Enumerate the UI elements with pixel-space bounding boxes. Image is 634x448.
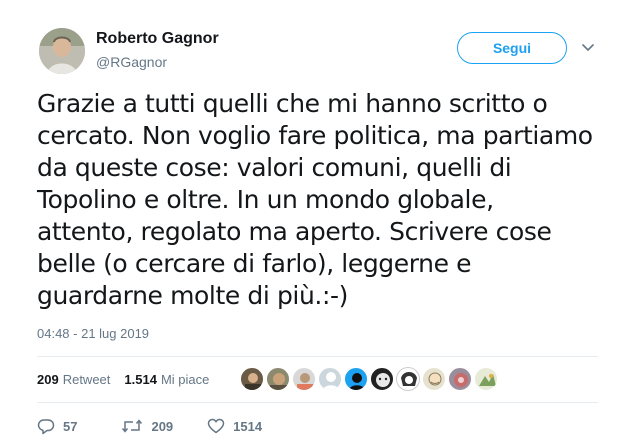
liker-avatar[interactable] <box>448 367 472 391</box>
author-handle[interactable]: @RGagnor <box>96 54 167 70</box>
liker-avatars <box>240 366 500 392</box>
liker-avatar[interactable] <box>292 367 316 391</box>
tweet-timestamp[interactable]: 04:48 - 21 lug 2019 <box>37 326 149 341</box>
likes-count[interactable]: 1.514 <box>124 372 157 387</box>
tweet-text-line: Grazie a tutti quelli che mi hanno scrit… <box>37 89 548 118</box>
like-count: 1514 <box>233 418 263 434</box>
liker-avatar[interactable] <box>318 367 342 391</box>
avatar-photo <box>39 28 85 74</box>
reply-icon <box>37 418 55 434</box>
liker-avatar[interactable] <box>474 367 498 391</box>
heart-icon <box>207 418 225 434</box>
retweet-count: 209 <box>151 418 174 434</box>
tweet-actions: 57 209 1514 <box>37 416 288 436</box>
follow-button[interactable]: Segui <box>457 32 567 64</box>
liker-avatar[interactable] <box>240 367 264 391</box>
tweet-text-line: guardarne molte di più.:-) <box>37 281 348 310</box>
liker-avatar[interactable] <box>370 367 394 391</box>
retweet-button[interactable]: 209 <box>121 418 173 434</box>
divider <box>37 356 598 357</box>
liker-avatar[interactable] <box>422 367 446 391</box>
reply-button[interactable]: 57 <box>37 418 77 435</box>
author-avatar[interactable] <box>39 28 85 74</box>
retweets-count[interactable]: 209 <box>37 372 59 387</box>
tweet-text-line: Topolino e oltre. In un mondo globale, <box>37 185 494 214</box>
retweet-icon <box>122 419 143 433</box>
reply-count: 57 <box>63 418 78 434</box>
liker-avatar[interactable] <box>396 367 420 391</box>
likes-label[interactable]: Mi piace <box>161 372 209 387</box>
tweet-text-line: attento, regolato ma aperto. Scrivere co… <box>37 217 552 246</box>
liker-avatar[interactable] <box>266 367 290 391</box>
tweet-stats: 209 Retweet 1.514 Mi piace <box>37 366 223 392</box>
author-display-name[interactable]: Roberto Gagnor <box>96 30 219 48</box>
tweet-text-line: belle (o cercare di farlo), leggerne e <box>37 249 472 278</box>
chevron-down-icon[interactable] <box>580 40 596 56</box>
tweet-text: Grazie a tutti quelli che mi hanno scrit… <box>37 88 607 312</box>
divider <box>37 402 598 403</box>
like-button[interactable]: 1514 <box>207 418 262 434</box>
tweet-text-line: da queste cose: valori comuni, quelli di <box>37 153 512 182</box>
tweet-text-line: cercato. Non voglio fare politica, ma pa… <box>37 121 593 150</box>
liker-avatar[interactable] <box>344 367 368 391</box>
retweets-label[interactable]: Retweet <box>63 372 111 387</box>
